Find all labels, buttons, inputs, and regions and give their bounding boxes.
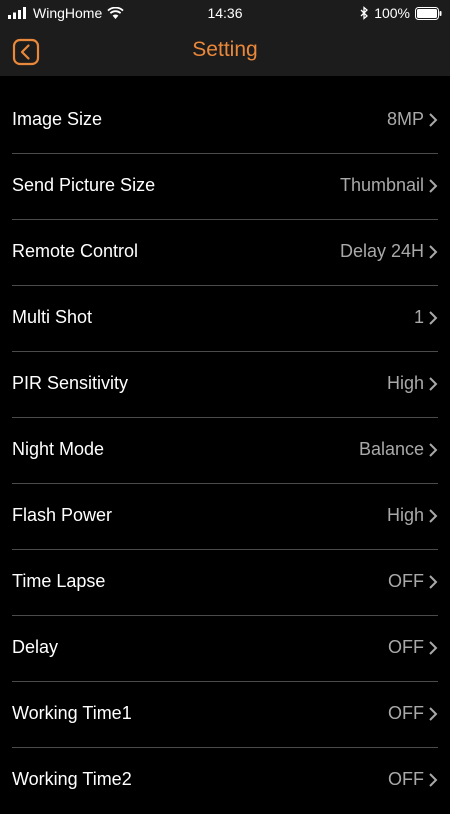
setting-value: 8MP [386,109,424,129]
nav-bar: Setting [0,26,450,76]
setting-value: OFF [388,637,424,657]
setting-value: Thumbnail [339,175,424,195]
setting-label: Image Size [12,109,103,129]
battery-percent: 100% [374,5,410,21]
setting-label: Flash Power [12,505,113,525]
setting-row-multi-shot[interactable]: Multi Shot 1 [0,286,450,352]
setting-value: Balance [358,439,424,459]
setting-label: Working Time2 [12,769,132,789]
setting-row-pir-sensitivity[interactable]: PIR Sensitivity High [0,352,450,418]
setting-row-delay[interactable]: Delay OFF [0,616,450,682]
chevron-right-icon [429,245,438,259]
battery-icon [415,6,442,20]
setting-row-time-lapse[interactable]: Time Lapse OFF [0,550,450,616]
chevron-right-icon [429,575,438,589]
chevron-right-icon [429,377,438,391]
status-right: 100% [360,4,442,22]
setting-row-remote-control[interactable]: Remote Control Delay 24H [0,220,450,286]
setting-label: Remote Control [12,241,139,261]
setting-label: PIR Sensitivity [12,373,129,393]
setting-value: 1 [413,307,424,327]
chevron-right-icon [429,641,438,655]
chevron-right-icon [429,179,438,193]
setting-label: Working Time1 [12,703,132,723]
setting-row-image-size[interactable]: Image Size 8MP [0,88,450,154]
setting-value: High [386,505,424,525]
chevron-right-icon [429,113,438,127]
setting-label: Delay [12,637,59,657]
setting-row-flash-power[interactable]: Flash Power High [0,484,450,550]
chevron-right-icon [429,509,438,523]
setting-label: Night Mode [12,439,105,459]
setting-value: OFF [388,571,424,591]
setting-row-working-time1[interactable]: Working Time1 OFF [0,682,450,748]
chevron-right-icon [429,773,438,787]
setting-label: Multi Shot [12,307,93,327]
chevron-right-icon [429,311,438,325]
page-title: Setting [192,38,258,61]
setting-row-night-mode[interactable]: Night Mode Balance [0,418,450,484]
setting-label: Send Picture Size [12,175,156,195]
settings-list: Image Size 8MP Send Picture Size Thumbna… [0,88,450,814]
bluetooth-icon [360,6,369,20]
back-arrow-icon[interactable] [12,38,40,66]
setting-value: Delay 24H [339,241,424,261]
setting-row-send-picture-size[interactable]: Send Picture Size Thumbnail [0,154,450,220]
chevron-right-icon [429,443,438,457]
status-bar: WingHome 14:36 100% [0,0,450,26]
chevron-right-icon [429,707,438,721]
setting-row-working-time2[interactable]: Working Time2 OFF [0,748,450,814]
setting-value: OFF [388,769,424,789]
setting-value: OFF [388,703,424,723]
setting-label: Time Lapse [12,571,106,591]
setting-value: High [386,373,424,393]
